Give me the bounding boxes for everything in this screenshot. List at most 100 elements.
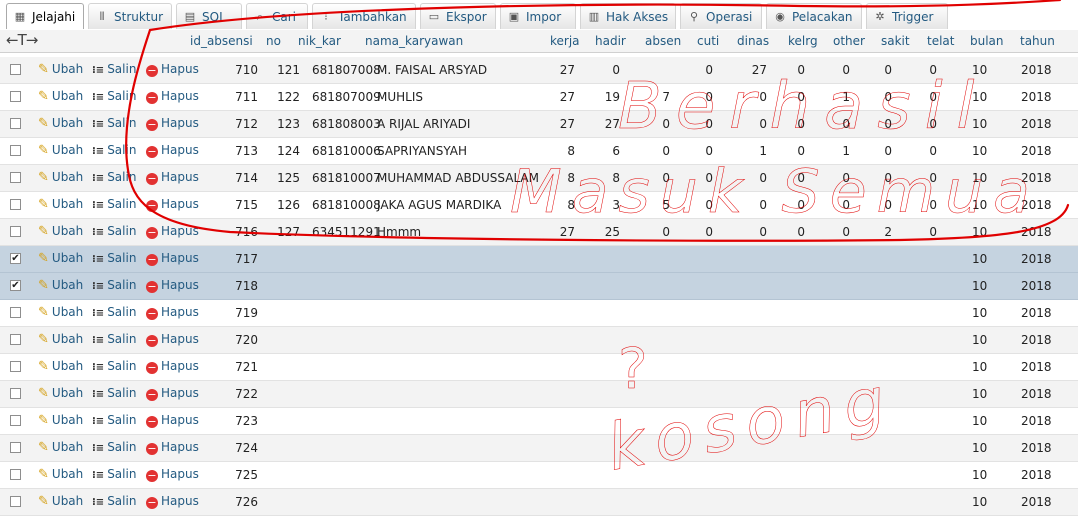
column-header-id_absensi[interactable]: id_absensi [190, 34, 253, 48]
row-checkbox[interactable] [10, 91, 21, 102]
row-checkbox[interactable] [10, 64, 21, 75]
column-header-kelrg[interactable]: kelrg [788, 34, 818, 48]
cell-cuti: 0 [705, 63, 713, 77]
row-checkbox[interactable] [10, 361, 21, 372]
row-checkbox[interactable] [10, 496, 21, 507]
tab-cari[interactable]: ⌕ Cari [246, 3, 308, 29]
tab-trigger[interactable]: ✲ Trigger [866, 3, 948, 29]
cell-cuti: 0 [705, 171, 713, 185]
import-icon: ▣ [508, 10, 520, 23]
table-row: ✎ Ubah ⁝≡ Salin − Hapus 721 10 2018 [0, 354, 1078, 381]
table-row: ✎ Ubah ⁝≡ Salin − Hapus 724 10 2018 [0, 435, 1078, 462]
edit-button[interactable]: ✎ Ubah [38, 62, 83, 77]
trigger-icon: ✲ [875, 10, 885, 23]
copy-label: Salin [107, 197, 137, 211]
copy-button[interactable]: ⁝≡ Salin [92, 440, 136, 454]
column-header-absen[interactable]: absen [645, 34, 681, 48]
copy-button[interactable]: ⁝≡ Salin [92, 305, 136, 319]
row-checkbox[interactable] [10, 118, 21, 129]
row-checkbox[interactable] [10, 334, 21, 345]
cell-bulan: 10 [972, 495, 988, 509]
tab-struktur[interactable]: ⫴ Struktur [88, 3, 172, 29]
edit-button[interactable]: ✎ Ubah [38, 116, 83, 131]
cell-id_absensi: 721 [235, 360, 258, 374]
edit-button[interactable]: ✎ Ubah [38, 494, 83, 509]
cell-sakit: 2 [884, 225, 892, 239]
copy-button[interactable]: ⁝≡ Salin [92, 62, 136, 76]
tab-hak-akses[interactable]: ▥ Hak Akses [580, 3, 676, 29]
copy-button[interactable]: ⁝≡ Salin [92, 494, 136, 508]
cell-tahun: 2018 [1021, 279, 1052, 293]
copy-button[interactable]: ⁝≡ Salin [92, 386, 136, 400]
row-checkbox[interactable] [10, 442, 21, 453]
cell-nik_kar: 681810008 [312, 198, 381, 212]
cell-tahun: 2018 [1021, 144, 1052, 158]
tab-operasi[interactable]: ⚲ Operasi [680, 3, 762, 29]
copy-button[interactable]: ⁝≡ Salin [92, 143, 136, 157]
edit-button[interactable]: ✎ Ubah [38, 413, 83, 428]
tab-pelacakan[interactable]: ◉ Pelacakan [766, 3, 862, 29]
copy-icon: ⁝≡ [92, 335, 105, 346]
column-header-telat[interactable]: telat [927, 34, 954, 48]
edit-button[interactable]: ✎ Ubah [38, 332, 83, 347]
copy-button[interactable]: ⁝≡ Salin [92, 170, 136, 184]
edit-button[interactable]: ✎ Ubah [38, 197, 83, 212]
column-arrows[interactable]: ←T→ [6, 31, 38, 49]
row-checkbox[interactable] [10, 415, 21, 426]
row-checkbox[interactable] [10, 469, 21, 480]
row-checkbox[interactable] [10, 307, 21, 318]
edit-button[interactable]: ✎ Ubah [38, 278, 83, 293]
copy-button[interactable]: ⁝≡ Salin [92, 278, 136, 292]
edit-button[interactable]: ✎ Ubah [38, 386, 83, 401]
row-checkbox[interactable] [10, 226, 21, 237]
tab-ekspor[interactable]: ▭ Ekspor [420, 3, 496, 29]
delete-icon: − [146, 334, 158, 347]
search-icon: ⌕ [256, 9, 264, 23]
cell-dinas: 0 [759, 225, 767, 239]
edit-button[interactable]: ✎ Ubah [38, 305, 83, 320]
copy-button[interactable]: ⁝≡ Salin [92, 467, 136, 481]
column-header-other[interactable]: other [833, 34, 865, 48]
cell-kelrg: 0 [797, 90, 805, 104]
edit-label: Ubah [51, 62, 84, 76]
copy-button[interactable]: ⁝≡ Salin [92, 197, 136, 211]
row-checkbox[interactable]: ✔ [10, 253, 21, 264]
row-checkbox[interactable] [10, 388, 21, 399]
cell-sakit: 0 [884, 144, 892, 158]
edit-button[interactable]: ✎ Ubah [38, 467, 83, 482]
copy-button[interactable]: ⁝≡ Salin [92, 224, 136, 238]
column-header-hadir[interactable]: hadir [595, 34, 626, 48]
column-header-no[interactable]: no [266, 34, 281, 48]
copy-button[interactable]: ⁝≡ Salin [92, 116, 136, 130]
edit-label: Ubah [51, 116, 84, 130]
row-checkbox[interactable]: ✔ [10, 280, 21, 291]
edit-button[interactable]: ✎ Ubah [38, 143, 83, 158]
edit-button[interactable]: ✎ Ubah [38, 440, 83, 455]
copy-button[interactable]: ⁝≡ Salin [92, 89, 136, 103]
tab-sql[interactable]: ▤ SQL [176, 3, 242, 29]
column-header-tahun[interactable]: tahun [1020, 34, 1055, 48]
edit-button[interactable]: ✎ Ubah [38, 224, 83, 239]
tab-jelajahi[interactable]: ▦ Jelajahi [6, 3, 84, 29]
copy-button[interactable]: ⁝≡ Salin [92, 332, 136, 346]
row-checkbox[interactable] [10, 145, 21, 156]
column-header-nik_kar[interactable]: nik_kar [298, 34, 341, 48]
column-header-nama_karyawan[interactable]: nama_karyawan [365, 34, 463, 48]
copy-button[interactable]: ⁝≡ Salin [92, 413, 136, 427]
cell-tahun: 2018 [1021, 468, 1052, 482]
column-header-bulan[interactable]: bulan [970, 34, 1004, 48]
edit-button[interactable]: ✎ Ubah [38, 170, 83, 185]
row-checkbox[interactable] [10, 199, 21, 210]
tab-tambahkan[interactable]: ⁝ Tambahkan [312, 3, 416, 29]
column-header-dinas[interactable]: dinas [737, 34, 769, 48]
column-header-sakit[interactable]: sakit [881, 34, 910, 48]
copy-button[interactable]: ⁝≡ Salin [92, 359, 136, 373]
edit-button[interactable]: ✎ Ubah [38, 251, 83, 266]
column-header-kerja[interactable]: kerja [550, 34, 580, 48]
copy-button[interactable]: ⁝≡ Salin [92, 251, 136, 265]
edit-button[interactable]: ✎ Ubah [38, 359, 83, 374]
edit-button[interactable]: ✎ Ubah [38, 89, 83, 104]
row-checkbox[interactable] [10, 172, 21, 183]
tab-impor[interactable]: ▣ Impor [500, 3, 576, 29]
column-header-cuti[interactable]: cuti [697, 34, 719, 48]
